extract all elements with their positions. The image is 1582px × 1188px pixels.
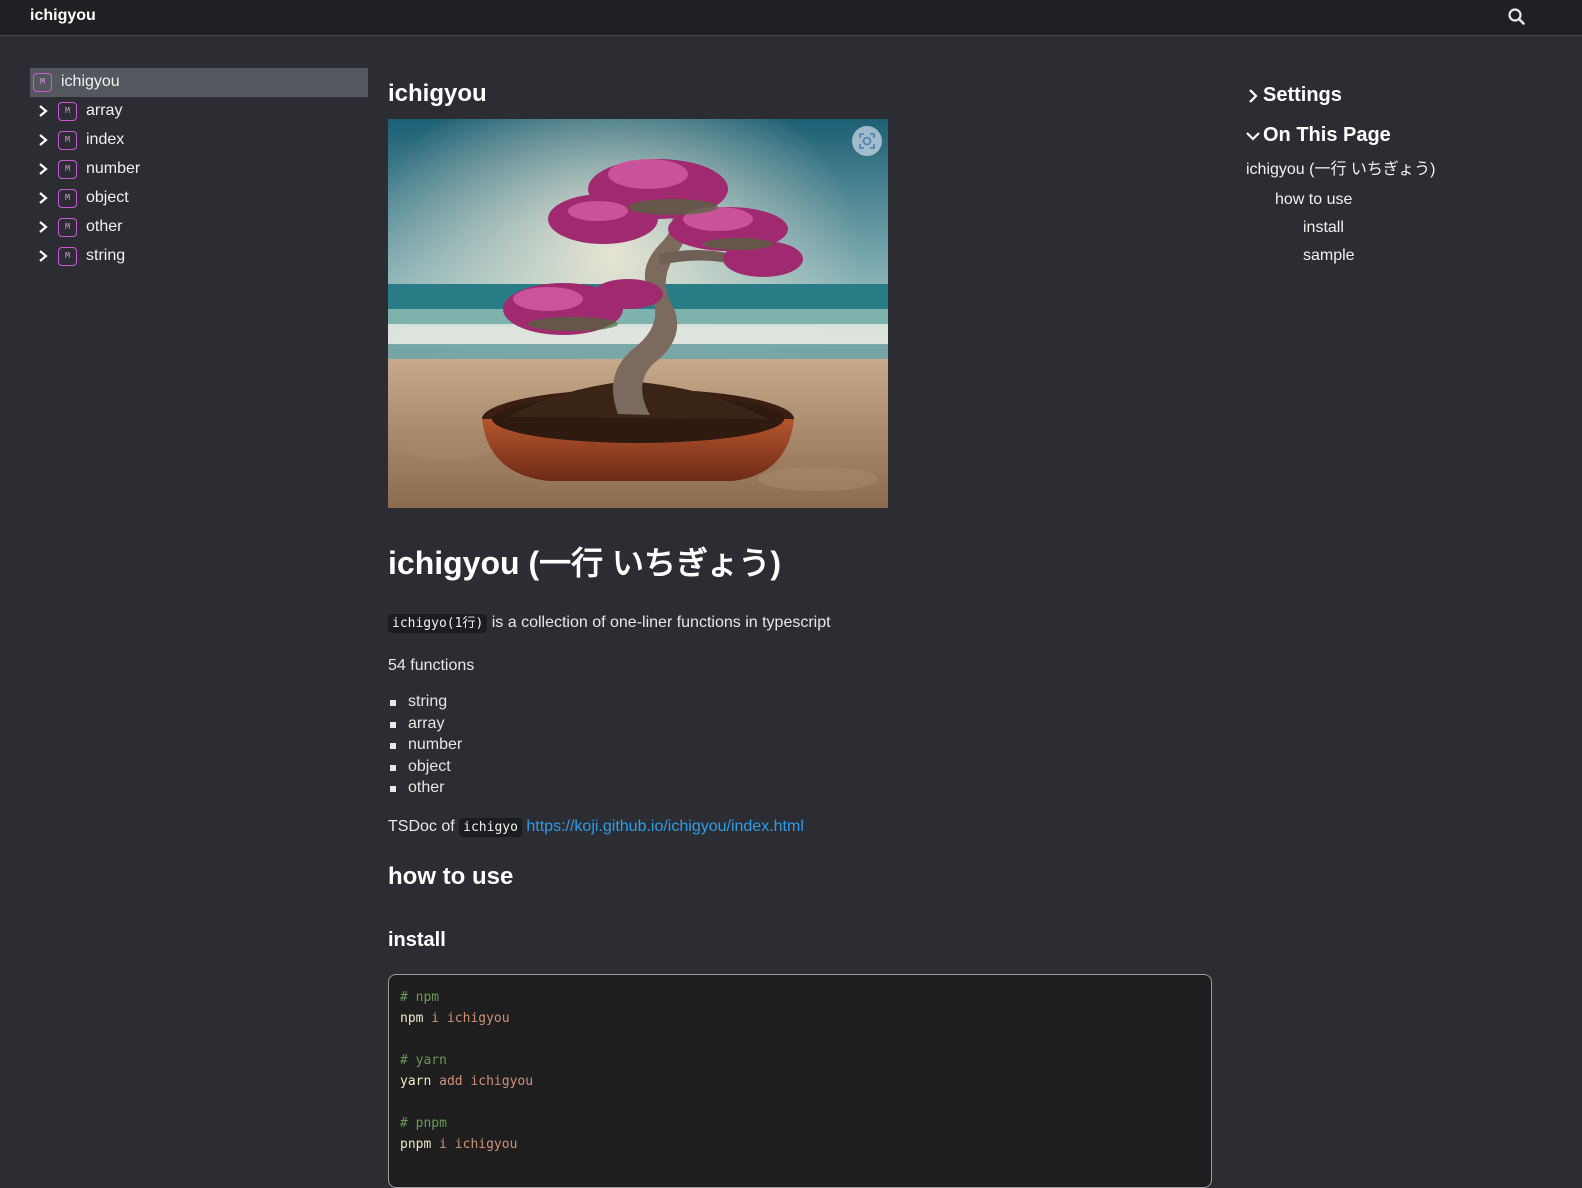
code-line: # npm <box>400 989 440 1005</box>
code-line: pnpm i ichigyou <box>400 1134 1200 1155</box>
main-heading: ichigyou (一行 いちぎょう) <box>388 545 782 581</box>
code-command: yarn <box>400 1073 432 1089</box>
code-line: npm i ichigyou <box>400 1008 1200 1029</box>
code-line: yarn add ichigyou <box>400 1071 1200 1092</box>
module-icon: M <box>58 131 77 150</box>
list-item: object <box>388 758 1212 780</box>
sidebar-item-label: ichigyou <box>61 73 120 90</box>
chevron-right-icon[interactable] <box>37 133 49 147</box>
chevron-right-icon[interactable] <box>37 249 49 263</box>
category-list: string array number object other <box>388 693 1212 801</box>
module-icon: M <box>33 73 52 92</box>
chevron-right-icon[interactable] <box>37 162 49 176</box>
sidebar-item-label: array <box>86 102 123 119</box>
settings-toggle[interactable]: Settings <box>1246 84 1566 107</box>
list-item: other <box>388 779 1212 801</box>
tsdoc-prefix: TSDoc of <box>388 817 460 835</box>
sidebar-item-number[interactable]: M number <box>30 155 368 184</box>
site-title[interactable]: ichigyou <box>30 7 96 25</box>
sidebar-item-label: index <box>86 131 125 148</box>
module-icon: M <box>58 102 77 121</box>
toc-item-ichigyou[interactable]: ichigyou (一行 いちぎょう) <box>1246 155 1566 179</box>
code-command: npm <box>400 1010 424 1026</box>
sidebar-item-object[interactable]: M object <box>30 184 368 213</box>
code-line: # pnpm <box>400 1115 447 1131</box>
chevron-right-icon[interactable] <box>37 104 49 118</box>
image-scan-icon[interactable] <box>852 126 882 156</box>
code-line: # yarn <box>400 1052 447 1068</box>
chevron-right-icon <box>1249 88 1258 103</box>
section-heading-how-to-use: how to use <box>388 862 514 890</box>
module-icon: M <box>58 247 77 266</box>
description: ichigyo(1行) is a collection of one-liner… <box>388 612 1212 633</box>
sidebar-item-label: string <box>86 247 126 264</box>
function-count: 54 functions <box>388 657 475 674</box>
sidebar-item-ichigyou[interactable]: M ichigyou <box>30 68 368 97</box>
section-heading-install: install <box>388 928 446 951</box>
sidebar-item-array[interactable]: M array <box>30 97 368 126</box>
module-icon: M <box>58 160 77 179</box>
code-args: i ichigyou <box>423 1010 510 1026</box>
inline-code: ichigyo(1行) <box>388 614 488 633</box>
code-command: pnpm <box>400 1136 432 1152</box>
chevron-down-icon <box>1246 131 1260 141</box>
sidebar-item-label: number <box>86 160 141 177</box>
sidebar-item-other[interactable]: M other <box>30 213 368 242</box>
right-sidebar: Settings On This Page ichigyou (一行 いちぎょう… <box>1246 84 1566 265</box>
sidebar-item-index[interactable]: M index <box>30 126 368 155</box>
search-icon[interactable] <box>1506 6 1528 28</box>
chevron-right-icon[interactable] <box>37 220 49 234</box>
on-this-page-toggle[interactable]: On This Page <box>1246 124 1566 147</box>
module-icon: M <box>58 218 77 237</box>
list-item: array <box>388 715 1212 737</box>
sidebar-nav: M ichigyou M array M index M number M ob… <box>30 68 368 271</box>
bonsai-hero-image <box>388 119 888 508</box>
toc-item-how-to-use[interactable]: how to use <box>1246 191 1566 209</box>
toc-item-sample[interactable]: sample <box>1246 247 1566 265</box>
sidebar-item-label: other <box>86 218 123 235</box>
list-item: string <box>388 693 1212 715</box>
tsdoc-line: TSDoc of ichigyo https://koji.github.io/… <box>388 817 1212 837</box>
code-args: i ichigyou <box>431 1136 518 1152</box>
install-code-block[interactable]: # npm npm i ichigyou # yarn yarn add ich… <box>388 973 1212 1188</box>
chevron-right-icon[interactable] <box>37 191 49 205</box>
main-content: ichigyou ichigyou (一行 いちぎょう) ichigyo(1行)… <box>388 80 1212 1188</box>
sidebar-item-label: object <box>86 189 129 206</box>
code-args: add ichigyou <box>431 1073 534 1089</box>
settings-label: Settings <box>1263 84 1342 106</box>
inline-code: ichigyo <box>459 817 522 837</box>
tsdoc-link[interactable]: https://koji.github.io/ichigyou/index.ht… <box>526 818 803 835</box>
toc-item-install[interactable]: install <box>1246 219 1566 237</box>
page-title: ichigyou <box>388 80 487 107</box>
list-item: number <box>388 736 1212 758</box>
sidebar-item-string[interactable]: M string <box>30 242 368 271</box>
module-icon: M <box>58 189 77 208</box>
top-bar: ichigyou <box>0 0 1582 36</box>
on-this-page-label: On This Page <box>1263 124 1391 146</box>
description-text: is a collection of one-liner functions i… <box>487 614 831 631</box>
